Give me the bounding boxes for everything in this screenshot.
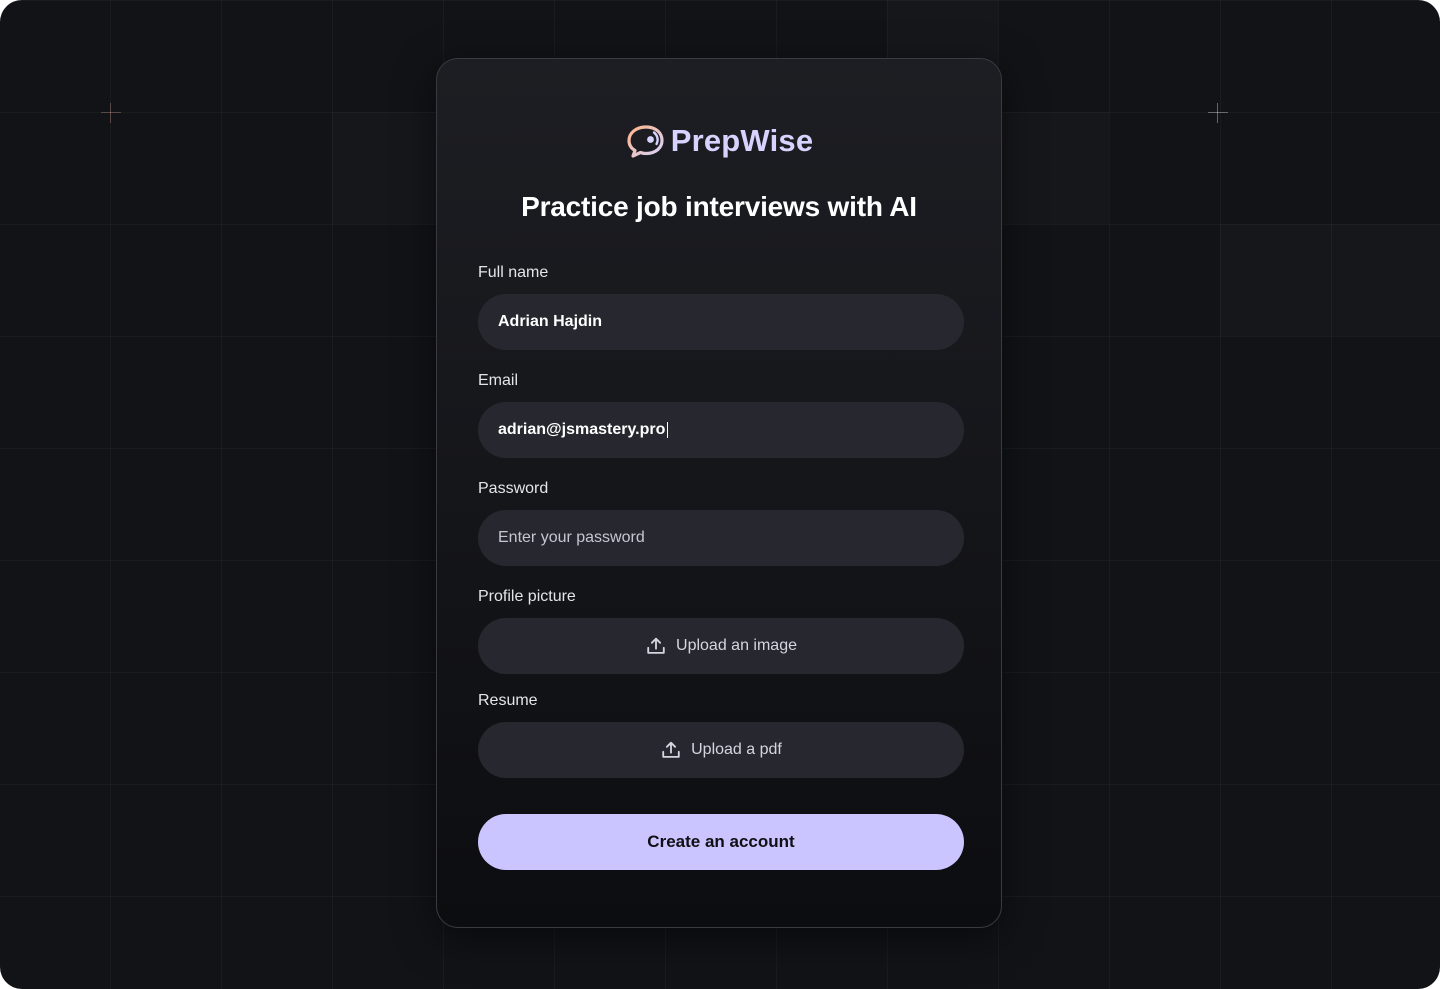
page-title: Practice job interviews with AI: [521, 191, 917, 222]
full-name-label: Full name: [478, 264, 549, 281]
email-input[interactable]: adrian@jsmastery.pro: [478, 402, 964, 458]
background-tile: [1220, 224, 1440, 336]
app-window: PrepWise Practice job interviews with AI…: [0, 0, 1440, 989]
email-value: adrian@jsmastery.pro: [498, 421, 666, 438]
background-tile: [332, 112, 443, 224]
create-account-button[interactable]: Create an account: [478, 814, 964, 870]
upload-icon: [647, 637, 665, 654]
brand-name: PrepWise: [670, 123, 814, 158]
upload-image-label: Upload an image: [676, 637, 797, 654]
email-label: Email: [478, 372, 519, 389]
chat-bubble-logo-icon: [627, 125, 664, 158]
upload-pdf-button[interactable]: Upload a pdf: [478, 722, 964, 778]
signup-card: PrepWise Practice job interviews with AI…: [436, 58, 1002, 928]
sparkle-icon: [101, 103, 121, 123]
password-placeholder: Enter your password: [498, 529, 645, 546]
sparkle-icon: [1208, 103, 1228, 123]
profile-picture-label: Profile picture: [478, 588, 576, 605]
full-name-value: Adrian Hajdin: [498, 313, 603, 330]
full-name-input[interactable]: Adrian Hajdin: [478, 294, 964, 350]
upload-image-button[interactable]: Upload an image: [478, 618, 964, 674]
background-tile: [998, 112, 1109, 224]
resume-label: Resume: [478, 692, 538, 709]
password-label: Password: [478, 480, 549, 497]
text-caret: [667, 422, 669, 438]
password-input[interactable]: Enter your password: [478, 510, 964, 566]
brand-logo: PrepWise: [437, 121, 1001, 161]
upload-pdf-label: Upload a pdf: [691, 741, 782, 758]
upload-icon: [662, 741, 680, 758]
